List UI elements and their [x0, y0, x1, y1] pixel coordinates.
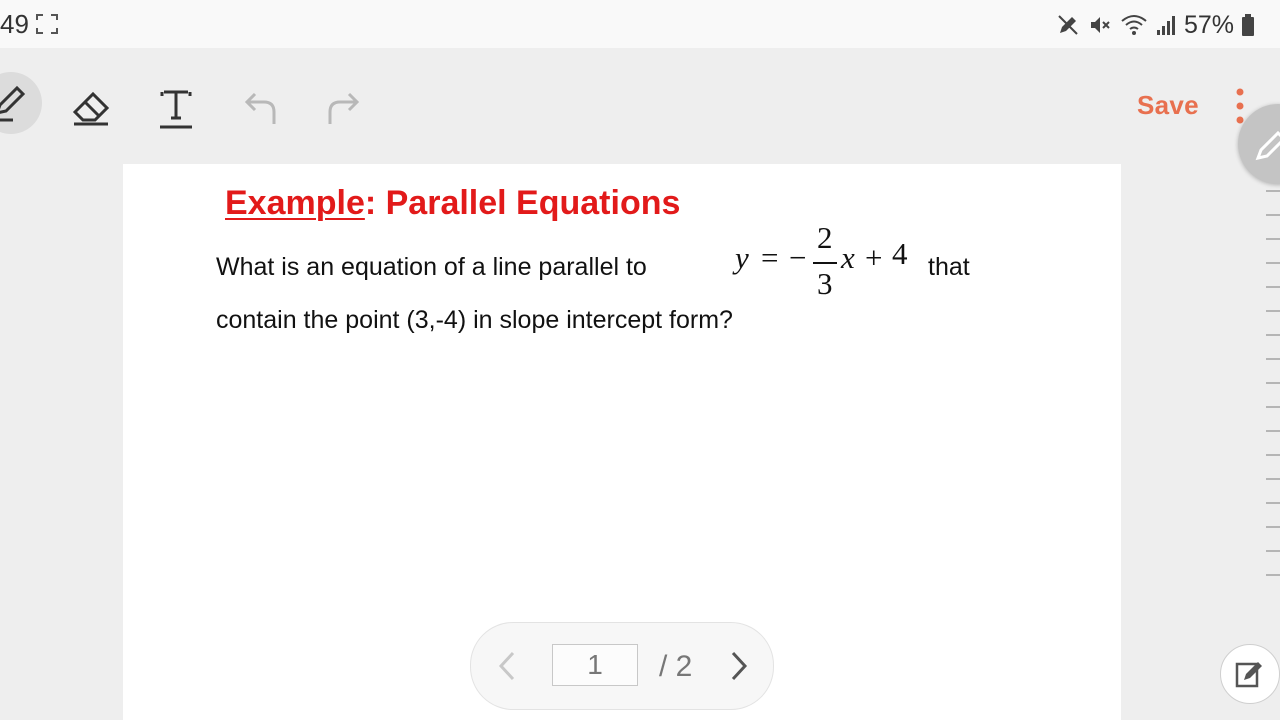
edit-document-button[interactable] — [1220, 644, 1280, 704]
title-example: Example — [225, 184, 365, 222]
text-tool-button[interactable] — [146, 78, 206, 138]
status-bar: 49 57% — [0, 0, 1280, 48]
ruler-tick — [1266, 262, 1280, 264]
battery-percentage: 57% — [1183, 10, 1234, 39]
undo-icon — [244, 92, 276, 124]
pen-detached-icon — [1058, 15, 1078, 35]
equation-x: x — [841, 240, 855, 275]
ruler-tick — [1266, 358, 1280, 360]
battery-icon — [1242, 14, 1254, 36]
redo-button[interactable] — [314, 78, 374, 138]
status-icons: 57% — [1056, 10, 1254, 40]
save-button[interactable]: Save — [1137, 90, 1199, 121]
next-page-icon[interactable] — [727, 649, 751, 683]
edit-pen-icon — [1235, 662, 1262, 688]
ruler-tick — [1266, 502, 1280, 504]
page-title: Example: Parallel Equations — [225, 184, 680, 223]
current-page-input[interactable] — [552, 644, 638, 686]
question-line-1: What is an equation of a line parallel t… — [216, 253, 647, 281]
page-scroll-ruler[interactable] — [1266, 190, 1280, 590]
fraction-numerator: 2 — [817, 220, 833, 255]
text-icon — [160, 90, 192, 129]
equation-minus: − — [789, 240, 807, 275]
previous-page-icon[interactable] — [495, 649, 519, 683]
question-line-2: contain the point (3,-4) in slope interc… — [216, 306, 733, 334]
equation-equals: = — [761, 240, 779, 275]
ruler-tick — [1266, 406, 1280, 408]
page-navigator: / 2 — [470, 622, 774, 710]
eraser-tool-button[interactable] — [62, 78, 122, 138]
ruler-tick — [1266, 574, 1280, 576]
ruler-tick — [1266, 214, 1280, 216]
title-rest: : Parallel Equations — [364, 184, 681, 222]
ruler-tick — [1266, 550, 1280, 552]
equation-plus: + — [865, 240, 883, 275]
ruler-tick — [1266, 526, 1280, 528]
equation-y: y — [735, 240, 749, 275]
wifi-icon — [1121, 15, 1147, 35]
screen-expand-icon — [36, 14, 58, 34]
total-pages: / 2 — [659, 650, 693, 683]
pen-icon — [1255, 130, 1280, 161]
ruler-tick — [1266, 190, 1280, 192]
mute-icon — [1090, 17, 1110, 33]
status-time: 49 — [0, 9, 29, 39]
fraction-bar — [813, 262, 837, 264]
note-toolbar: Save — [0, 48, 1280, 164]
redo-icon — [328, 92, 360, 124]
undo-button[interactable] — [230, 78, 290, 138]
ruler-tick — [1266, 382, 1280, 384]
ruler-tick — [1266, 478, 1280, 480]
pen-icon — [0, 85, 26, 122]
question-that: that — [928, 253, 970, 281]
ruler-tick — [1266, 310, 1280, 312]
ruler-tick — [1266, 454, 1280, 456]
signal-icon — [1156, 16, 1175, 35]
eraser-icon — [72, 91, 110, 126]
ruler-tick — [1266, 334, 1280, 336]
equation-constant: 4 — [892, 236, 908, 271]
ruler-tick — [1266, 286, 1280, 288]
pen-tool-button[interactable] — [0, 72, 42, 134]
ruler-tick — [1266, 430, 1280, 432]
ruler-tick — [1266, 238, 1280, 240]
fraction-denominator: 3 — [817, 266, 833, 301]
